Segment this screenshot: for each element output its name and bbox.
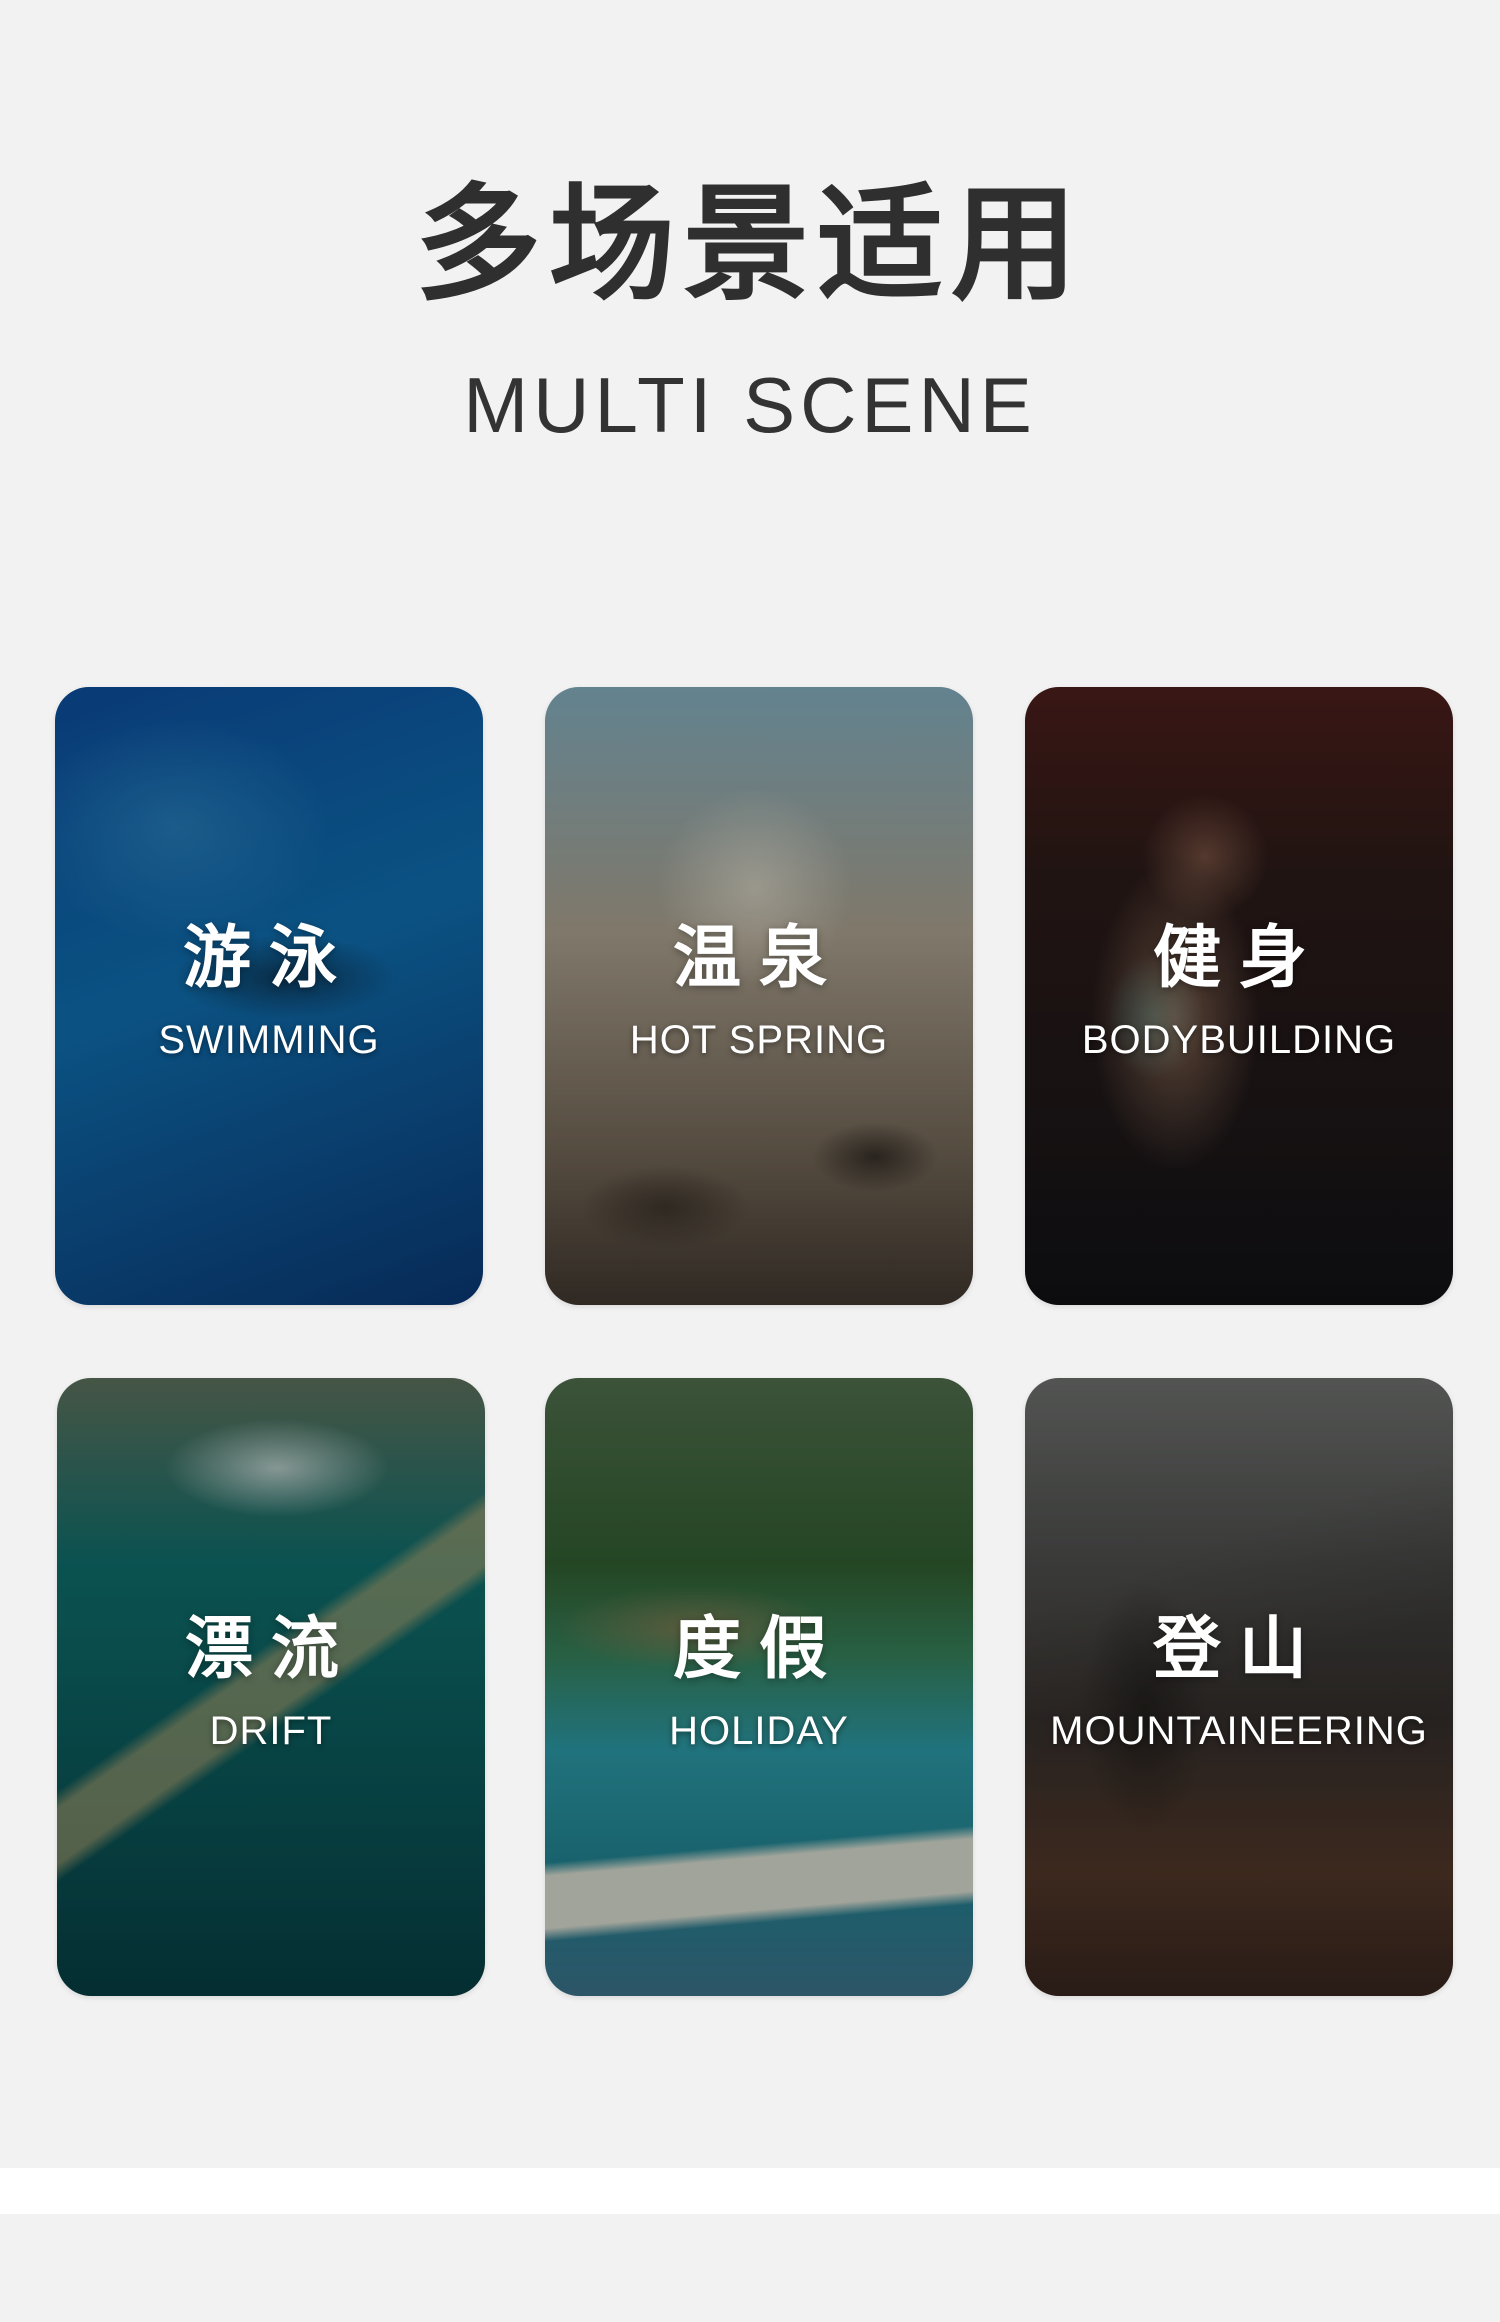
scene-title: 游泳 bbox=[182, 919, 355, 998]
scene-title: 登山 bbox=[1152, 1610, 1325, 1689]
scene-card-bodybuilding: 健身 BODYBUILDING bbox=[1025, 687, 1453, 1305]
scene-subtitle: MOUNTAINEERING bbox=[1050, 1709, 1428, 1753]
scene-card-swimming: 游泳 SWIMMING bbox=[55, 687, 483, 1305]
scene-card-drift: 漂流 DRIFT bbox=[57, 1378, 485, 1996]
scene-card-holiday: 度假 HOLIDAY bbox=[545, 1378, 973, 1996]
scene-card-mountaineering: 登山 MOUNTAINEERING bbox=[1025, 1378, 1453, 1996]
scene-title: 漂流 bbox=[184, 1610, 357, 1689]
scene-title: 健身 bbox=[1152, 919, 1325, 998]
scene-subtitle: HOT SPRING bbox=[629, 1018, 889, 1062]
scene-grid: 游泳 SWIMMING 温泉 HOT SPRING 健身 BODYBUILDIN… bbox=[0, 0, 1500, 2322]
section-divider bbox=[0, 2168, 1500, 2214]
scene-title: 温泉 bbox=[672, 919, 845, 998]
scene-subtitle: DRIFT bbox=[209, 1709, 333, 1753]
scene-subtitle: HOLIDAY bbox=[669, 1709, 849, 1753]
scene-card-hot-spring: 温泉 HOT SPRING bbox=[545, 687, 973, 1305]
scene-title: 度假 bbox=[672, 1610, 845, 1689]
scene-subtitle: SWIMMING bbox=[158, 1018, 380, 1062]
scene-subtitle: BODYBUILDING bbox=[1081, 1018, 1397, 1062]
